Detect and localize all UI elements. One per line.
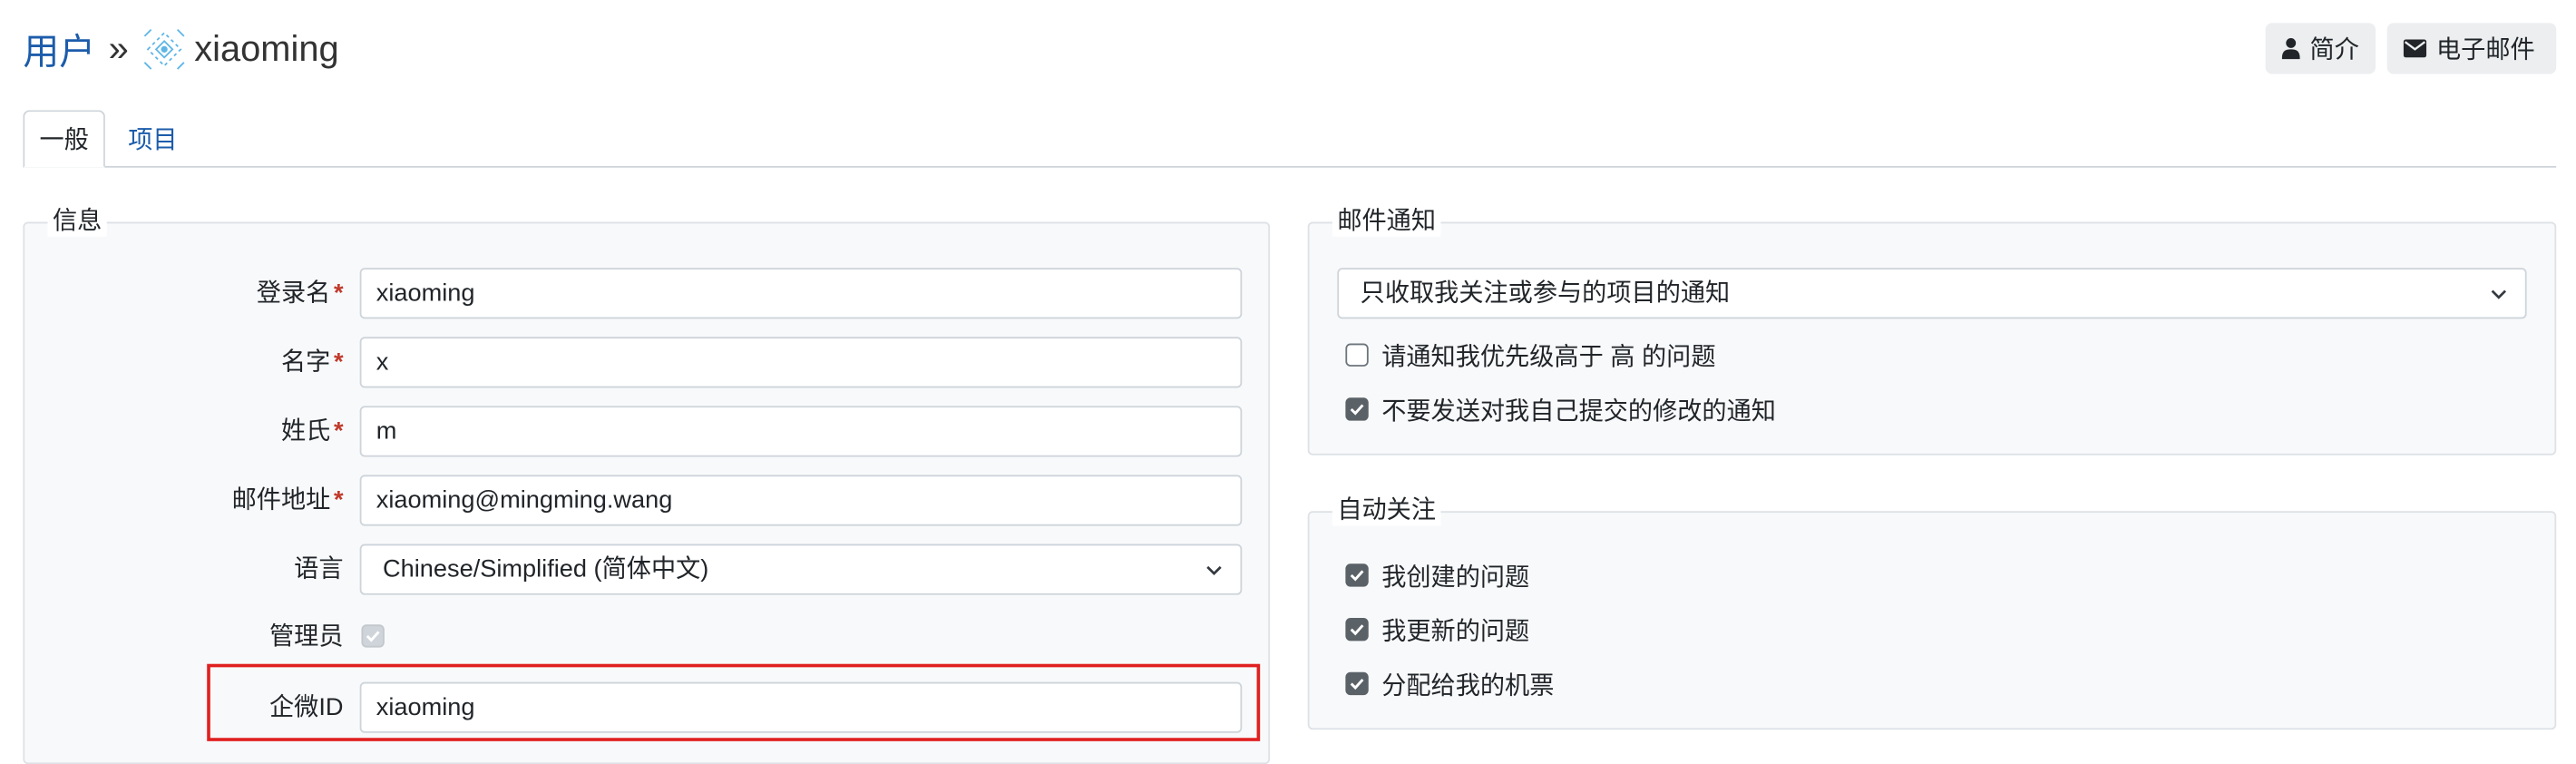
info-legend: 信息 [47, 207, 107, 237]
checkmark-icon [1350, 624, 1364, 636]
watch-created-option[interactable]: 我创建的问题 [1345, 559, 1529, 592]
breadcrumb: 用户 » xiaoming [23, 23, 338, 75]
language-select[interactable]: Chinese/Simplified (简体中文) [359, 544, 1243, 595]
watch-created-checkbox[interactable] [1345, 563, 1369, 587]
notify-priority-label: 请通知我优先级高于 高 的问题 [1381, 342, 1716, 371]
mail-notification-value: 只收取我关注或参与的项目的通知 [1360, 279, 1731, 308]
lastname-input[interactable]: m [359, 406, 1243, 457]
watch-assigned-label: 分配给我的机票 [1381, 671, 1555, 700]
admin-checkbox [361, 624, 385, 648]
email-label: 邮件地址 * [231, 486, 344, 514]
watch-updated-option[interactable]: 我更新的问题 [1345, 613, 1529, 646]
mail-notification-legend: 邮件通知 [1332, 207, 1441, 237]
watch-updated-label: 我更新的问题 [1381, 617, 1530, 645]
user-icon [2281, 38, 2300, 60]
tab-divider [23, 165, 2557, 168]
chevron-down-icon [2491, 289, 2507, 299]
mail-notification-select[interactable]: 只收取我关注或参与的项目的通知 [1337, 268, 2527, 319]
checkmark-icon [366, 631, 380, 642]
checkmark-icon [1350, 678, 1364, 691]
checkmark-icon [1350, 570, 1364, 582]
checkmark-icon [1350, 404, 1364, 416]
firstname-label: 名字 * [280, 348, 344, 377]
login-input[interactable]: xiaoming [359, 268, 1243, 319]
profile-button[interactable]: 简介 [2265, 23, 2376, 74]
notify-priority-option[interactable]: 请通知我优先级高于 高 的问题 [1345, 338, 1716, 371]
notify-priority-checkbox[interactable] [1345, 343, 1369, 367]
watch-created-label: 我创建的问题 [1381, 563, 1530, 592]
tab-general[interactable]: 一般 [23, 110, 105, 168]
email-input[interactable]: xiaoming@mingming.wang [359, 475, 1243, 526]
no-self-notified-option[interactable]: 不要发送对我自己提交的修改的通知 [1345, 393, 1776, 426]
no-self-notified-label: 不要发送对我自己提交的修改的通知 [1381, 397, 1776, 426]
watch-assigned-checkbox[interactable] [1345, 671, 1369, 696]
firstname-input[interactable]: x [359, 337, 1243, 388]
profile-button-label: 简介 [2309, 35, 2359, 64]
watch-updated-checkbox[interactable] [1345, 618, 1369, 642]
language-select-value: Chinese/Simplified (简体中文) [383, 555, 709, 583]
highlight-box [207, 663, 1261, 741]
chevron-down-icon [1206, 564, 1222, 575]
email-button[interactable]: 电子邮件 [2386, 23, 2557, 74]
email-button-label: 电子邮件 [2436, 35, 2535, 64]
breadcrumb-username: xiaoming [194, 27, 339, 70]
lastname-label: 姓氏 * [280, 417, 344, 446]
auto-watch-legend: 自动关注 [1332, 495, 1441, 526]
breadcrumb-separator: » [108, 27, 129, 70]
avatar [144, 28, 185, 70]
watch-assigned-option[interactable]: 分配给我的机票 [1345, 667, 1554, 700]
tab-projects[interactable]: 项目 [109, 110, 198, 167]
breadcrumb-users-link[interactable]: 用户 [23, 23, 95, 75]
admin-label: 管理员 [269, 622, 344, 651]
login-label: 登录名 * [256, 279, 344, 308]
no-self-notified-checkbox[interactable] [1345, 397, 1369, 421]
language-label: 语言 [294, 555, 344, 583]
envelope-icon [2403, 39, 2427, 58]
